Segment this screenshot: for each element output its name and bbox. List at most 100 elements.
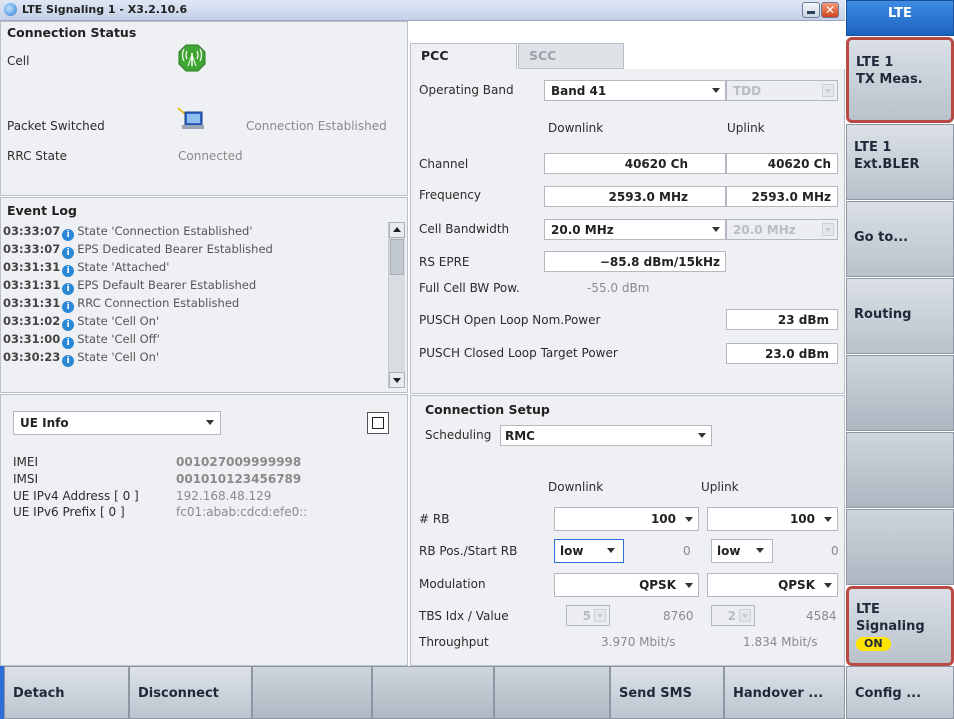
routing-button[interactable]: Routing — [846, 278, 954, 354]
rb-pos-dl-select[interactable]: low — [554, 539, 624, 563]
log-entry: 03:31:31 i State 'Attached' — [3, 260, 169, 277]
log-time: 03:31:02 — [3, 314, 61, 328]
scheduling-select[interactable]: RMC — [500, 425, 712, 446]
modulation-dl-select[interactable]: QPSK — [554, 573, 699, 597]
log-entry: 03:31:31 i EPS Default Bearer Established — [3, 278, 256, 295]
lte-header-tab[interactable]: LTE — [846, 0, 954, 36]
modulation-dl-value: QPSK — [639, 578, 676, 592]
expand-checkbox[interactable] — [367, 412, 389, 434]
softkey-empty-6[interactable] — [846, 432, 954, 508]
info-icon: i — [62, 337, 75, 349]
tbs-ul-idx-select: 2 — [711, 605, 755, 626]
log-text: State 'Connection Established' — [77, 224, 253, 238]
cell-bandwidth-dl-select[interactable]: 20.0 MHz — [544, 219, 726, 240]
channel-ul-field[interactable]: 40620 Ch — [726, 153, 838, 174]
throughput-dl-value: 3.970 Mbit/s — [601, 635, 676, 649]
modulation-label: Modulation — [419, 577, 486, 591]
frequency-dl-field[interactable]: 2593.0 MHz — [544, 186, 726, 207]
info-icon: i — [62, 355, 75, 367]
log-time: 03:31:31 — [3, 296, 61, 310]
log-text: EPS Dedicated Bearer Established — [77, 242, 273, 256]
full-cell-bw-label: Full Cell BW Pow. — [419, 281, 520, 295]
operating-band-label: Operating Band — [419, 83, 514, 97]
cell-tower-icon — [178, 44, 206, 74]
handover-button[interactable]: Handover ... — [724, 666, 845, 719]
info-icon: i — [62, 265, 75, 277]
channel-dl-field[interactable]: 40620 Ch — [544, 153, 726, 174]
tab-pcc[interactable]: PCC — [410, 43, 517, 70]
log-time: 03:31:31 — [3, 260, 61, 274]
packet-switched-value: Connection Established — [246, 119, 387, 133]
scroll-down-arrow-icon[interactable] — [389, 372, 405, 388]
chevron-down-icon — [822, 223, 834, 236]
softkey-label: LTE 1 — [856, 55, 894, 70]
close-button[interactable]: ✕ — [821, 2, 839, 18]
tbs-dl-value: 8760 — [663, 609, 694, 623]
imei-label: IMEI — [13, 455, 39, 469]
log-entry: 03:31:31 i RRC Connection Established — [3, 296, 239, 313]
chevron-down-icon — [698, 433, 706, 438]
pusch-closed-loop-label: PUSCH Closed Loop Target Power — [419, 346, 618, 360]
bottom-softkey-empty-3[interactable] — [252, 666, 372, 719]
lte-signaling-button[interactable]: LTE Signaling ON — [846, 586, 954, 666]
pusch-closed-loop-field[interactable]: 23.0 dBm — [726, 343, 838, 364]
log-text: State 'Attached' — [77, 260, 170, 274]
log-text: State 'Cell On' — [77, 314, 160, 328]
modulation-ul-select[interactable]: QPSK — [707, 573, 838, 597]
log-text: State 'Cell Off' — [77, 332, 160, 346]
chevron-down-icon — [712, 88, 720, 93]
rb-label: # RB — [419, 512, 450, 526]
frequency-ul-field[interactable]: 2593.0 MHz — [726, 186, 838, 207]
scroll-thumb[interactable] — [390, 239, 404, 275]
softkey-label: TX Meas. — [856, 72, 923, 87]
softkey-empty-7[interactable] — [846, 509, 954, 585]
log-text: State 'Cell On' — [77, 350, 160, 364]
duplex-value: TDD — [733, 84, 762, 98]
event-log-scrollbar[interactable] — [388, 222, 405, 388]
event-log-list[interactable]: 03:33:07 i State 'Connection Established' … — [1, 222, 386, 384]
throughput-label: Throughput — [419, 635, 489, 649]
operating-band-select[interactable]: Band 41 — [544, 80, 726, 101]
lte1-ext-bler-button[interactable]: LTE 1 Ext.BLER — [846, 124, 954, 200]
ipv6-value: fc01:abab:cdcd:efe0:: — [176, 505, 308, 519]
config-button[interactable]: Config ... — [846, 666, 954, 719]
ipv6-label: UE IPv6 Prefix [ 0 ] — [13, 505, 125, 519]
disconnect-button[interactable]: Disconnect — [129, 666, 252, 719]
send-sms-button[interactable]: Send SMS — [610, 666, 724, 719]
info-icon: i — [62, 283, 75, 295]
rb-dl-select[interactable]: 100 — [554, 507, 699, 531]
window-title-bar: LTE Signaling 1 - X3.2.10.6 ✕ — [0, 0, 845, 21]
ue-info-select[interactable]: UE Info — [13, 411, 221, 435]
pusch-open-loop-label: PUSCH Open Loop Nom.Power — [419, 313, 601, 327]
softkey-label: LTE — [856, 602, 880, 617]
rb-ul-select[interactable]: 100 — [707, 507, 838, 531]
setup-downlink-header: Downlink — [548, 480, 604, 494]
tab-scc[interactable]: SCC — [518, 43, 624, 69]
rb-start-ul-value: 0 — [831, 544, 839, 558]
scroll-up-arrow-icon[interactable] — [389, 222, 405, 238]
lte1-tx-meas-button[interactable]: LTE 1 TX Meas. — [846, 37, 954, 123]
ue-info-panel: UE Info IMEI 001027009999998 IMSI 001010… — [0, 394, 408, 666]
tbs-dl-idx-select: 5 — [566, 605, 610, 626]
bottom-softkey-empty-5[interactable] — [494, 666, 610, 719]
detach-button[interactable]: Detach — [4, 666, 129, 719]
connection-status-panel: Connection Status Cell Packet Switched C… — [0, 21, 408, 196]
softkey-label: Detach — [13, 686, 65, 701]
pusch-open-loop-field[interactable]: 23 dBm — [726, 309, 838, 330]
log-time: 03:31:31 — [3, 278, 61, 292]
rs-epre-field[interactable]: −85.8 dBm/15kHz — [544, 251, 726, 272]
log-entry: 03:30:23 i State 'Cell On' — [3, 350, 159, 367]
minimize-button[interactable] — [802, 2, 820, 18]
softkey-label: Ext.BLER — [854, 157, 920, 172]
softkey-empty-5[interactable] — [846, 355, 954, 431]
softkey-label: Config ... — [855, 686, 922, 701]
rb-pos-ul-select[interactable]: low — [711, 539, 773, 563]
goto-button[interactable]: Go to... — [846, 201, 954, 277]
tab-pcc-label: PCC — [421, 48, 449, 63]
rb-pos-ul-value: low — [717, 544, 741, 558]
frequency-ul-value: 2593.0 MHz — [751, 190, 831, 204]
bottom-softkey-empty-4[interactable] — [372, 666, 494, 719]
pcc-downlink-header: Downlink — [548, 121, 604, 135]
tbs-label: TBS Idx / Value — [419, 609, 509, 623]
log-time: 03:31:00 — [3, 332, 61, 346]
